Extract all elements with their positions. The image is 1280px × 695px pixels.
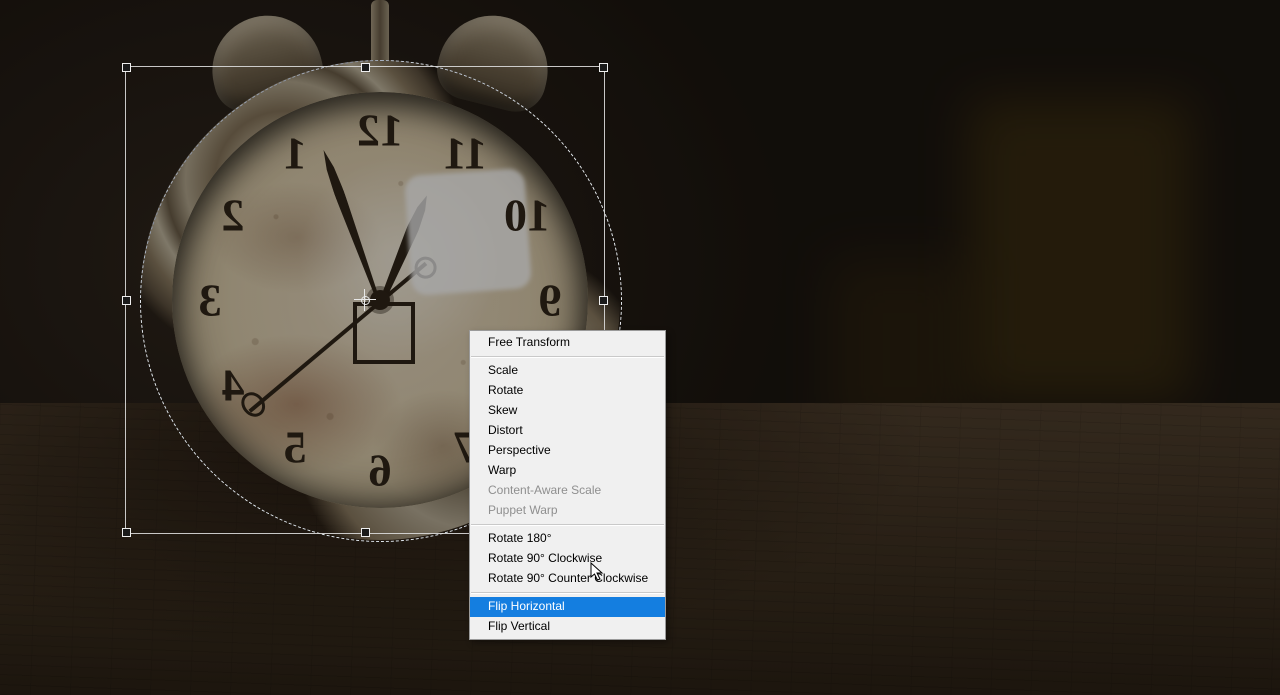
menu-item-flip-v[interactable]: Flip Vertical (470, 617, 665, 637)
menu-item-distort[interactable]: Distort (470, 421, 665, 441)
menu-item-flip-h[interactable]: Flip Horizontal (470, 597, 665, 617)
transform-handle-top-middle[interactable] (361, 63, 370, 72)
menu-item-r180[interactable]: Rotate 180° (470, 529, 665, 549)
transform-handle-middle-left[interactable] (122, 296, 131, 305)
transform-handle-top-left[interactable] (122, 63, 131, 72)
menu-item-warp[interactable]: Warp (470, 461, 665, 481)
menu-item-free-transform[interactable]: Free Transform (470, 333, 665, 353)
menu-item-cas: Content-Aware Scale (470, 481, 665, 501)
menu-separator (471, 524, 664, 526)
transform-handle-middle-right[interactable] (599, 296, 608, 305)
menu-separator (471, 592, 664, 594)
transform-handle-bottom-left[interactable] (122, 528, 131, 537)
menu-separator (471, 356, 664, 358)
menu-item-perspective[interactable]: Perspective (470, 441, 665, 461)
menu-item-r90cw[interactable]: Rotate 90° Clockwise (470, 549, 665, 569)
menu-item-skew[interactable]: Skew (470, 401, 665, 421)
transform-handle-bottom-middle[interactable] (361, 528, 370, 537)
menu-item-puppet: Puppet Warp (470, 501, 665, 521)
menu-item-scale[interactable]: Scale (470, 361, 665, 381)
transform-handle-top-right[interactable] (599, 63, 608, 72)
menu-item-rotate[interactable]: Rotate (470, 381, 665, 401)
editor-canvas[interactable]: 121234567891011 Free TransformScaleRotat… (0, 0, 1280, 695)
transform-anchor-icon[interactable] (357, 292, 373, 308)
transform-context-menu[interactable]: Free Transform ScaleRotateSkewDistortPers… (469, 330, 666, 640)
menu-item-r90ccw[interactable]: Rotate 90° Counter Clockwise (470, 569, 665, 589)
